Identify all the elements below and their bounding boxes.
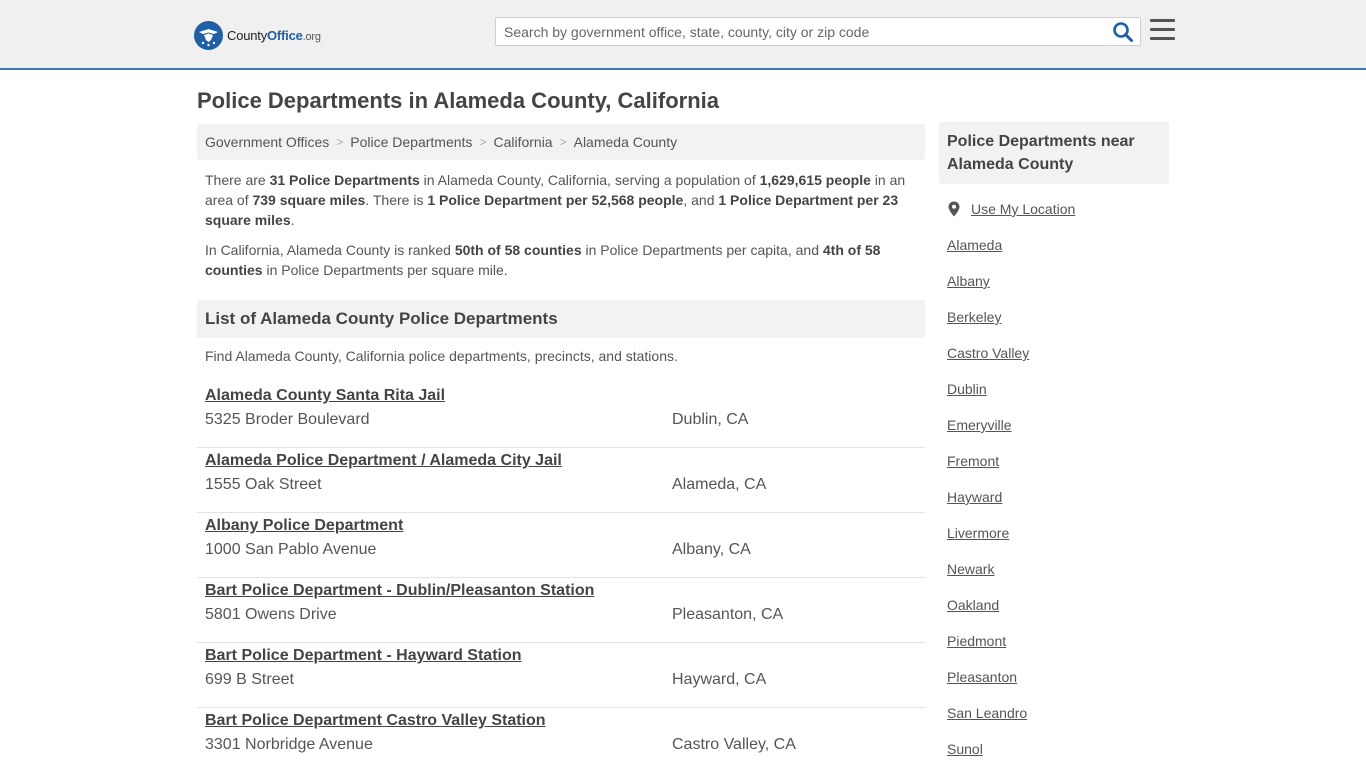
- nearby-city-link-newark[interactable]: Newark: [947, 561, 994, 577]
- department-row: Alameda County Santa Rita Jail 5325 Brode…: [197, 383, 925, 448]
- department-address: 699 B Street: [205, 671, 294, 688]
- department-address: 1000 San Pablo Avenue: [205, 541, 377, 558]
- department-row: Albany Police Department 1000 San Pablo A…: [197, 513, 925, 578]
- nearby-city-link-pleasanton[interactable]: Pleasanton: [947, 669, 1017, 685]
- department-name-link[interactable]: Alameda County Santa Rita Jail: [205, 387, 445, 405]
- department-name-link[interactable]: Bart Police Department Castro Valley Sta…: [205, 712, 546, 730]
- nearby-city-link-alameda[interactable]: Alameda: [947, 237, 1002, 253]
- nearby-city-item: Livermore: [947, 525, 1029, 561]
- department-name-link[interactable]: Albany Police Department: [205, 517, 403, 535]
- intro-text-run: In California, Alameda County is ranked: [205, 242, 455, 258]
- page-title: Police Departments in Alameda County, Ca…: [197, 88, 719, 113]
- department-row: Bart Police Department Castro Valley Sta…: [197, 708, 925, 768]
- list-description: Find Alameda County, California police d…: [205, 348, 678, 364]
- nearby-city-item: Piedmont: [947, 633, 1029, 669]
- stat-highlight: 739 square miles: [252, 192, 366, 208]
- search-input[interactable]: [496, 18, 1106, 45]
- department-city: Alameda, CA: [672, 476, 767, 493]
- nearby-city-item: Newark: [947, 561, 1029, 597]
- hamburger-menu-icon: [1150, 19, 1175, 22]
- stat-highlight: 1 Police Department per 52,568 people: [427, 192, 684, 208]
- intro-text-run: . There is: [365, 192, 428, 208]
- breadcrumb-separator: >: [336, 135, 344, 149]
- eagle-seal-icon: [194, 20, 223, 50]
- menu-button[interactable]: [1150, 19, 1175, 41]
- breadcrumb-link-police-departments[interactable]: Police Departments: [350, 134, 472, 150]
- department-address: 3301 Norbridge Avenue: [205, 736, 373, 753]
- stat-highlight: 1,629,615 people: [759, 172, 871, 188]
- nearby-city-link-emeryville[interactable]: Emeryville: [947, 417, 1012, 433]
- nearby-city-item: Sunol: [947, 741, 1029, 768]
- site-header: CountyOffice.org: [0, 0, 1366, 70]
- nearby-city-item: Fremont: [947, 453, 1029, 489]
- nearby-city-link-dublin[interactable]: Dublin: [947, 381, 987, 397]
- search-icon: [1113, 22, 1133, 42]
- intro-text-run: in Police Departments per square mile.: [262, 262, 508, 278]
- department-address: 5801 Owens Drive: [205, 606, 337, 623]
- department-name-link[interactable]: Bart Police Department - Dublin/Pleasant…: [205, 582, 594, 600]
- nearby-city-item: Oakland: [947, 597, 1029, 633]
- nearby-city-item: Alameda: [947, 237, 1029, 273]
- intro-paragraph-stats: There are 31 Police Departments in Alame…: [205, 170, 917, 230]
- department-row: Alameda Police Department / Alameda City…: [197, 448, 925, 513]
- department-row: Bart Police Department - Dublin/Pleasant…: [197, 578, 925, 643]
- search-button[interactable]: [1112, 21, 1134, 43]
- nearby-city-item: Dublin: [947, 381, 1029, 417]
- department-name-link[interactable]: Bart Police Department - Hayward Station: [205, 647, 522, 665]
- search-box: [495, 17, 1141, 46]
- stat-highlight: 31 Police Departments: [269, 172, 420, 188]
- department-row: Bart Police Department - Hayward Station…: [197, 643, 925, 708]
- department-name-link[interactable]: Alameda Police Department / Alameda City…: [205, 452, 562, 470]
- nearby-city-link-piedmont[interactable]: Piedmont: [947, 633, 1006, 649]
- breadcrumb: Government Offices > Police Departments > Ca…: [197, 124, 925, 160]
- department-city: Hayward, CA: [672, 671, 767, 688]
- breadcrumb-link-california[interactable]: California: [493, 134, 552, 150]
- nearby-city-item: Berkeley: [947, 309, 1029, 345]
- department-list: Alameda County Santa Rita Jail 5325 Brode…: [197, 383, 925, 768]
- department-city: Albany, CA: [672, 541, 751, 558]
- location-pin-icon: [948, 201, 960, 217]
- nearby-city-list: Alameda Albany Berkeley Castro Valley Dublin…: [947, 237, 1029, 768]
- nearby-city-item: Emeryville: [947, 417, 1029, 453]
- breadcrumb-separator: >: [479, 135, 487, 149]
- use-my-location: Use My Location: [947, 201, 1075, 217]
- intro-paragraph-ranking: In California, Alameda County is ranked …: [205, 240, 917, 280]
- stat-highlight: 50th of 58 counties: [454, 242, 582, 258]
- department-city: Pleasanton, CA: [672, 606, 784, 623]
- breadcrumb-separator: >: [559, 135, 567, 149]
- nearby-city-item: Pleasanton: [947, 669, 1029, 705]
- breadcrumb-link-alameda-county[interactable]: Alameda County: [574, 134, 678, 150]
- nearby-city-link-sunol[interactable]: Sunol: [947, 741, 983, 757]
- nearby-city-item: Castro Valley: [947, 345, 1029, 381]
- use-my-location-link[interactable]: Use My Location: [971, 201, 1075, 217]
- intro-text: There are 31 Police Departments in Alame…: [205, 170, 917, 290]
- intro-text-run: , and: [683, 192, 719, 208]
- nearby-city-link-berkeley[interactable]: Berkeley: [947, 309, 1001, 325]
- nearby-city-item: Albany: [947, 273, 1029, 309]
- list-heading: List of Alameda County Police Department…: [197, 300, 925, 338]
- nearby-city-item: Hayward: [947, 489, 1029, 525]
- sidebar-heading: Police Departments near Alameda County: [939, 122, 1169, 184]
- nearby-city-link-albany[interactable]: Albany: [947, 273, 990, 289]
- department-city: Dublin, CA: [672, 411, 749, 428]
- department-address: 5325 Broder Boulevard: [205, 411, 370, 428]
- intro-text-run: .: [290, 212, 295, 228]
- logo-wordmark: CountyOffice.org: [227, 27, 321, 43]
- nearby-city-link-oakland[interactable]: Oakland: [947, 597, 999, 613]
- nearby-city-link-livermore[interactable]: Livermore: [947, 525, 1009, 541]
- department-city: Castro Valley, CA: [672, 736, 796, 753]
- nearby-city-link-castro-valley[interactable]: Castro Valley: [947, 345, 1029, 361]
- site-logo[interactable]: CountyOffice.org: [194, 20, 321, 50]
- intro-text-run: There are: [205, 172, 270, 188]
- nearby-city-link-san-leandro[interactable]: San Leandro: [947, 705, 1027, 721]
- intro-text-run: in Police Departments per capita, and: [581, 242, 823, 258]
- nearby-city-link-hayward[interactable]: Hayward: [947, 489, 1002, 505]
- nearby-city-link-fremont[interactable]: Fremont: [947, 453, 999, 469]
- breadcrumb-link-government-offices[interactable]: Government Offices: [205, 134, 329, 150]
- intro-text-run: in Alameda County, California, serving a…: [419, 172, 760, 188]
- department-address: 1555 Oak Street: [205, 476, 322, 493]
- nearby-city-item: San Leandro: [947, 705, 1029, 741]
